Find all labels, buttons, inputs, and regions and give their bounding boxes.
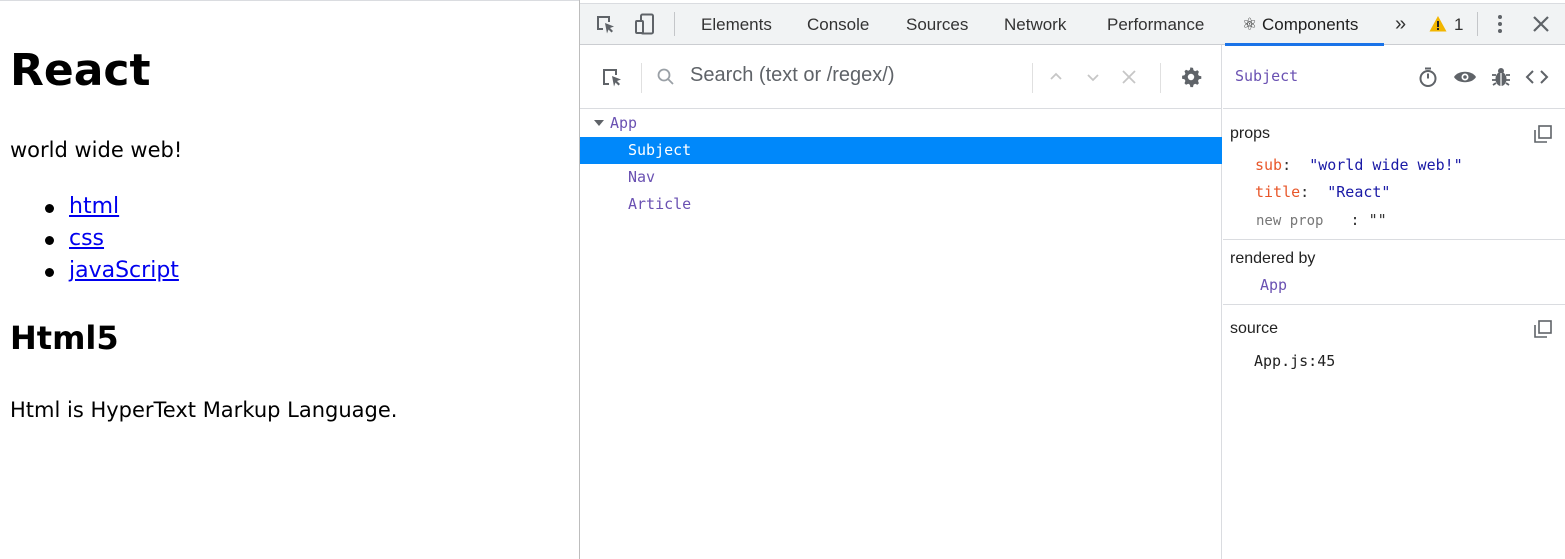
select-component-icon[interactable] [600, 66, 622, 88]
expand-caret-icon[interactable] [594, 120, 604, 126]
search-input[interactable] [690, 64, 1020, 87]
inspect-dom-eye-icon[interactable] [1453, 66, 1476, 88]
search-icon [656, 67, 678, 89]
search-divider [641, 63, 642, 93]
device-toolbar-icon[interactable] [634, 13, 656, 35]
copy-icon[interactable] [1534, 320, 1552, 338]
tree-item-label: Nav [628, 168, 656, 186]
copy-icon[interactable] [1534, 125, 1552, 143]
components-panel: App Subject Nav Article Subject [580, 45, 1565, 559]
tree-item-label: App [610, 114, 638, 132]
list-item: html [45, 191, 179, 223]
source-location: App.js:45 [1254, 352, 1336, 370]
next-result-icon[interactable] [1084, 68, 1106, 90]
tab-network[interactable]: Network [1004, 4, 1066, 45]
new-prop-value[interactable]: "" [1369, 211, 1387, 229]
page-heading: React [10, 45, 151, 96]
tab-console[interactable]: Console [807, 4, 869, 45]
previous-result-icon[interactable] [1047, 68, 1069, 90]
nav-list: html css javaScript [45, 191, 179, 287]
prop-value[interactable]: "React" [1327, 183, 1390, 201]
tree-item-subject[interactable]: Subject [580, 137, 1222, 164]
toolbar-divider [1477, 12, 1478, 36]
tree-search-bar [580, 45, 1222, 109]
toolbar-divider [674, 12, 675, 36]
tree-item-nav[interactable]: Nav [580, 164, 1222, 191]
devtools-toolbar: Elements Console Sources Network Perform… [580, 3, 1565, 46]
settings-gear-icon[interactable] [1180, 66, 1202, 88]
prop-key: title [1255, 183, 1301, 201]
link-html[interactable]: html [69, 194, 119, 219]
tree-item-app[interactable]: App [580, 110, 1222, 137]
list-item: css [45, 223, 179, 255]
source-title: source [1230, 320, 1279, 337]
devtools-panel: Elements Console Sources Network Perform… [579, 0, 1565, 559]
source-section: source App.js:45 [1223, 305, 1565, 559]
tab-components[interactable]: ⚛ Components [1242, 4, 1358, 45]
component-inspector: Subject props sub: "world wide web!" tit… [1223, 45, 1565, 559]
tab-performance[interactable]: Performance [1107, 4, 1204, 45]
prop-row[interactable]: title: "React" [1255, 183, 1390, 201]
tab-elements[interactable]: Elements [701, 4, 772, 45]
tree-item-article[interactable]: Article [580, 191, 1222, 218]
prop-value[interactable]: "world wide web!" [1309, 156, 1463, 174]
inspect-element-icon[interactable] [594, 13, 616, 35]
warning-count[interactable]: 1 [1454, 4, 1463, 45]
page-subtitle: world wide web! [10, 138, 183, 162]
close-icon[interactable] [1530, 13, 1552, 35]
prop-row[interactable]: sub: "world wide web!" [1255, 156, 1463, 174]
new-prop-input[interactable]: new prop [1256, 213, 1323, 229]
selected-component-name: Subject [1235, 67, 1299, 85]
search-divider [1160, 63, 1161, 93]
rendered-by-title: rendered by [1230, 250, 1316, 267]
props-section: props sub: "world wide web!" title: "Rea… [1223, 110, 1565, 240]
more-tabs-button[interactable]: » [1395, 4, 1406, 45]
article-text: Html is HyperText Markup Language. [10, 398, 398, 422]
link-css[interactable]: css [69, 226, 104, 251]
search-divider [1032, 63, 1033, 93]
list-item: javaScript [45, 255, 179, 287]
link-javascript[interactable]: javaScript [69, 258, 179, 283]
view-source-icon[interactable] [1525, 66, 1549, 88]
tree-item-label: Article [628, 195, 692, 213]
component-tree-pane: App Subject Nav Article [580, 45, 1222, 559]
tab-sources[interactable]: Sources [906, 4, 968, 45]
tree-item-label: Subject [628, 141, 692, 159]
log-bug-icon[interactable] [1490, 66, 1512, 88]
rendered-by-owner[interactable]: App [1260, 276, 1287, 294]
rendered-by-section: rendered by App [1223, 240, 1565, 305]
inspector-header: Subject [1223, 45, 1565, 109]
props-title: props [1230, 125, 1271, 142]
rendered-page: React world wide web! html css javaScrip… [0, 0, 579, 559]
prop-key: sub [1255, 156, 1283, 174]
customize-menu-icon[interactable] [1489, 13, 1511, 35]
warning-icon[interactable] [1429, 15, 1451, 37]
clear-search-icon[interactable] [1120, 68, 1142, 90]
new-prop-row[interactable]: new prop : "" [1256, 211, 1387, 229]
article-heading: Html5 [10, 319, 119, 357]
suspend-timer-icon[interactable] [1417, 66, 1439, 88]
